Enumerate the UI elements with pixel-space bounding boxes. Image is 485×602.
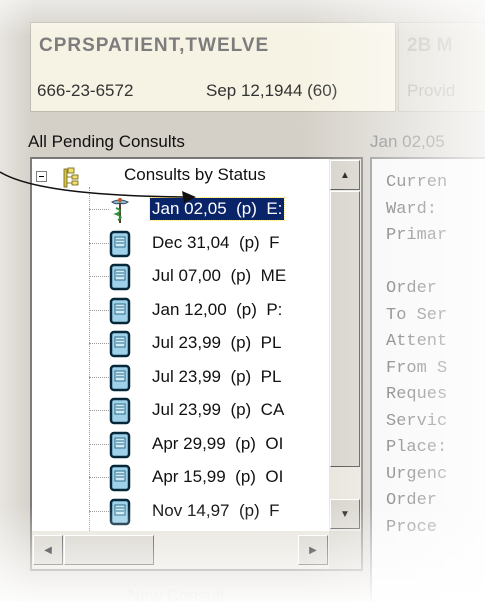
detail-line: Curren	[386, 173, 448, 192]
tree-connector-branch	[89, 510, 109, 512]
detail-line: Primar	[386, 226, 448, 245]
consult-tree[interactable]: Consults by Status Jan 02,05 (p) E: Dec 3…	[30, 157, 363, 571]
location-provider: Provid	[407, 81, 456, 100]
scroll-right-button[interactable]: ▶	[298, 535, 328, 565]
tree-connector-branch	[89, 443, 109, 445]
tree-connector-branch	[89, 276, 109, 277]
scroll-up-button[interactable]: ▲	[330, 160, 360, 190]
consult-item-label: Dec 31,04 (p) F	[152, 232, 280, 252]
consult-item[interactable]: Apr 29,99 (p) OI	[32, 428, 329, 461]
tree-connector-branch	[89, 209, 109, 210]
consult-item-label: Nov 14,97 (p) F	[152, 500, 280, 520]
status-folder-icon	[63, 167, 79, 188]
consult-item-label: Jul 23,99 (p) CA	[152, 400, 285, 419]
consult-item-label: Jan 12,00 (p) P:	[152, 299, 283, 319]
consult-item-label: Jan 02,05 (p) E:	[148, 197, 286, 221]
patient-dob: Sep 12,1944 (60)	[206, 81, 338, 100]
consult-document-icon	[109, 364, 131, 392]
consult-item-label: Jul 23,99 (p) PL	[152, 366, 282, 386]
vertical-scroll-thumb[interactable]	[330, 191, 360, 467]
consult-item-label: Jul 23,99 (p) PL	[152, 333, 282, 352]
consult-item[interactable]: Apr 15,99 (p) OI	[32, 461, 329, 494]
tree-root-node[interactable]: Consults by Status	[32, 159, 329, 193]
detail-line: Urgenc	[386, 464, 448, 484]
horizontal-scroll-thumb[interactable]	[64, 535, 154, 565]
consult-document-icon	[109, 230, 131, 258]
consult-item[interactable]: Jul 23,99 (p) PL	[32, 361, 329, 394]
patient-info-button[interactable]: CPRSPATIENT,TWELVE 666-23-6572 Sep 12,19…	[30, 22, 396, 112]
consult-item[interactable]: Jan 12,00 (p) P:	[32, 294, 329, 327]
consult-document-icon	[109, 297, 131, 325]
scroll-left-button[interactable]: ◀	[33, 535, 63, 565]
arrow-down-icon: ▼	[340, 508, 350, 520]
collapse-icon[interactable]	[36, 171, 47, 182]
detail-line: Attent	[386, 332, 448, 351]
patient-ssn: 666-23-6572	[37, 81, 134, 100]
consult-detail-heading: Jan 02,05	[370, 132, 445, 151]
consult-document-icon	[109, 263, 131, 291]
arrow-left-icon: ◀	[44, 544, 52, 556]
detail-line: Ward:	[386, 199, 438, 219]
tree-connector-branch	[89, 242, 109, 244]
consult-detail-pane[interactable]: Curren Ward: Primar Order To Ser Attent From S…	[370, 157, 485, 602]
consult-document-icon	[109, 397, 131, 425]
consult-list-heading: All Pending Consults	[28, 132, 185, 151]
consult-document-icon	[109, 330, 131, 358]
tree-root-label: Consults by Status	[124, 165, 266, 184]
caduceus-icon	[109, 196, 131, 224]
consult-item[interactable]: Jul 23,99 (p) PL	[32, 327, 329, 360]
tree-connector-branch	[89, 343, 109, 344]
horizontal-scrollbar[interactable]: ◀ ▶	[32, 531, 329, 569]
consult-item[interactable]: Dec 31,04 (p) F	[32, 227, 329, 260]
detail-line: From S	[386, 358, 448, 378]
consult-item-selected[interactable]: Jan 02,05 (p) E:	[32, 193, 329, 226]
new-consult-button[interactable]: New Consult	[128, 586, 224, 602]
tree-connector-branch	[89, 376, 109, 378]
arrow-right-icon: ▶	[309, 544, 317, 556]
consult-item-label: Jul 07,00 (p) ME	[152, 266, 287, 285]
detail-line: To Ser	[386, 305, 448, 325]
consult-document-icon	[109, 464, 131, 492]
tree-connector-branch	[89, 477, 109, 478]
detail-line: Servic	[386, 411, 448, 431]
location-ward: 2B M	[407, 35, 453, 56]
cprs-consults-window: CPRSPATIENT,TWELVE 666-23-6572 Sep 12,19…	[0, 0, 485, 602]
detail-line: Order	[386, 491, 438, 510]
patient-name: CPRSPATIENT,TWELVE	[39, 35, 270, 56]
detail-line: Place:	[386, 438, 448, 457]
tree-connector-branch	[89, 309, 109, 311]
scrollbar-corner	[329, 531, 361, 569]
consult-document-icon	[109, 431, 131, 459]
scroll-down-button[interactable]: ▼	[330, 499, 360, 529]
consult-item[interactable]: Jul 07,00 (p) ME	[32, 260, 329, 293]
consult-document-icon	[109, 498, 131, 526]
detail-line: Reques	[386, 385, 448, 404]
detail-line: Proce	[386, 517, 438, 537]
consult-item-label: Apr 15,99 (p) OI	[152, 467, 284, 486]
consult-item[interactable]: Nov 14,97 (p) F	[32, 495, 329, 528]
arrow-up-icon: ▲	[340, 169, 350, 181]
detail-line: Order	[386, 279, 438, 298]
encounter-location-button[interactable]: 2B M Provid	[398, 22, 485, 112]
vertical-scrollbar[interactable]: ▲ ▼	[329, 159, 361, 531]
consult-item-label: Apr 29,99 (p) OI	[152, 433, 284, 453]
tree-connector-branch	[89, 410, 109, 411]
consult-tree-content: Consults by Status Jan 02,05 (p) E: Dec 3…	[32, 159, 329, 531]
consult-item[interactable]: Jul 23,99 (p) CA	[32, 394, 329, 427]
